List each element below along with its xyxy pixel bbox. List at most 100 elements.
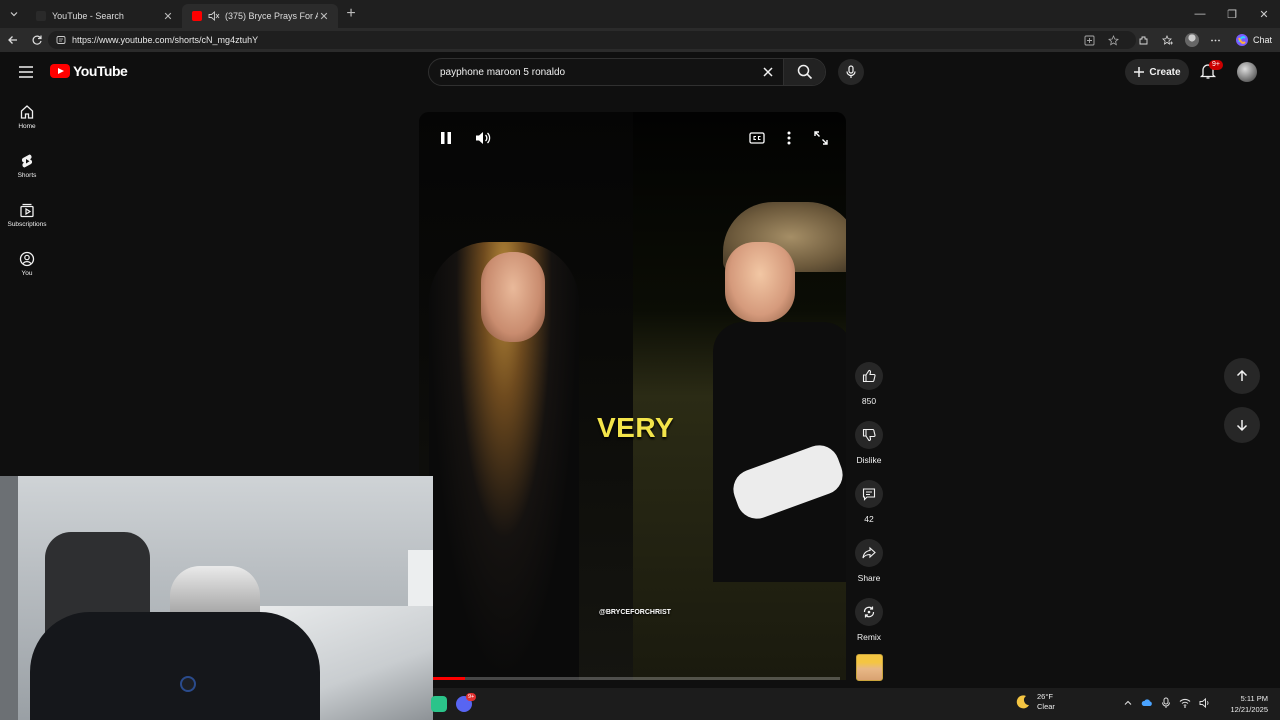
tab-title: YouTube - Search: [52, 11, 124, 21]
guide-menu-button[interactable]: [17, 64, 35, 80]
close-icon: [763, 67, 773, 77]
like-count: 850: [861, 396, 877, 406]
subscriptions-icon: [20, 203, 34, 217]
create-button[interactable]: Create: [1125, 59, 1189, 85]
vertical-dots-icon: [787, 131, 791, 145]
search-input[interactable]: payphone maroon 5 ronaldo: [429, 67, 753, 78]
cloud-sync-icon[interactable]: [1141, 697, 1153, 709]
extensions-icon[interactable]: [1135, 31, 1153, 49]
sidebar-item-home[interactable]: Home: [0, 92, 54, 141]
back-button[interactable]: [2, 29, 24, 51]
expand-icon: [814, 131, 828, 145]
closed-captions-icon: [749, 132, 765, 144]
url-field[interactable]: https://www.youtube.com/shorts/cN_mg4ztu…: [48, 31, 1136, 49]
more-options-icon[interactable]: [1207, 31, 1225, 49]
clock-date: 12/21/2025: [1230, 705, 1268, 714]
close-tab-icon[interactable]: ✕: [318, 10, 330, 23]
favorites-icon[interactable]: [1159, 31, 1177, 49]
moon-icon: [1016, 695, 1029, 709]
you-icon: [19, 251, 35, 266]
copilot-chat-button[interactable]: Chat: [1231, 33, 1276, 47]
plus-icon: [1134, 67, 1145, 77]
sidebar-item-label: Shorts: [17, 171, 37, 179]
close-window-button[interactable]: ✕: [1248, 0, 1280, 28]
youtube-header: YouTube payphone maroon 5 ronaldo Create…: [0, 52, 1280, 92]
sidebar-item-subscriptions[interactable]: Subscriptions: [0, 190, 54, 239]
app-available-icon[interactable]: [1081, 31, 1099, 49]
url-text: https://www.youtube.com/shorts/cN_mg4ztu…: [72, 35, 259, 45]
notifications-button[interactable]: 9+: [1199, 60, 1223, 80]
microphone-tray-icon[interactable]: [1161, 697, 1171, 709]
more-actions-button[interactable]: [779, 128, 799, 148]
shorts-video-player[interactable]: VERY @BRYCEFORCHRIST: [419, 112, 846, 680]
next-short-button[interactable]: [1224, 407, 1260, 443]
previous-short-button[interactable]: [1224, 358, 1260, 394]
tab-actions-menu-button[interactable]: [2, 4, 26, 24]
captions-button[interactable]: [747, 128, 767, 148]
thumbs-down-icon: [862, 428, 876, 442]
video-frame-left: [419, 112, 633, 680]
dislike-button[interactable]: Dislike: [852, 419, 886, 478]
browser-address-bar: https://www.youtube.com/shorts/cN_mg4ztu…: [0, 28, 1280, 52]
browser-tab-youtube-search[interactable]: YouTube - Search ✕: [26, 4, 182, 28]
account-avatar[interactable]: [1237, 62, 1257, 82]
home-icon: [20, 104, 34, 119]
dislike-icon-circle: [855, 421, 883, 449]
favorite-star-icon[interactable]: [1105, 31, 1123, 49]
arrow-up-icon: [1236, 369, 1248, 381]
tab-title: (375) Bryce Prays For A Witch: [225, 11, 318, 21]
youtube-logo[interactable]: YouTube: [50, 63, 128, 79]
minimize-button[interactable]: —: [1184, 0, 1216, 28]
hamburger-menu-icon: [19, 66, 33, 78]
reload-button[interactable]: [26, 29, 48, 51]
channel-thumbnail[interactable]: [856, 654, 883, 681]
comment-count: 42: [864, 514, 874, 524]
dislike-label: Dislike: [856, 455, 882, 465]
player-controls: [419, 112, 846, 162]
speaker-muted-icon[interactable]: [208, 11, 220, 21]
profile-avatar-icon[interactable]: [1183, 31, 1201, 49]
remix-button[interactable]: Remix: [852, 596, 886, 655]
browser-tab-shorts-video[interactable]: (375) Bryce Prays For A Witch ✕: [182, 4, 338, 28]
weather-widget[interactable]: 26°F Clear: [1015, 692, 1055, 712]
create-label: Create: [1149, 66, 1181, 78]
video-caption-word: VERY: [597, 412, 675, 443]
pause-button[interactable]: [436, 128, 456, 148]
close-tab-icon[interactable]: ✕: [162, 10, 174, 23]
search-button[interactable]: [783, 59, 825, 85]
video-progress-bar[interactable]: [419, 677, 840, 680]
site-info-icon[interactable]: [56, 35, 66, 45]
comment-icon: [862, 488, 876, 501]
webcam-overlay: [0, 476, 433, 720]
volume-button[interactable]: [473, 128, 493, 148]
volume-icon: [476, 132, 491, 144]
new-tab-button[interactable]: +: [338, 5, 364, 23]
back-arrow-icon: [8, 36, 17, 44]
restore-button[interactable]: ❐: [1216, 0, 1248, 28]
sidebar-item-label: You: [21, 269, 33, 277]
comments-button[interactable]: 42: [852, 478, 886, 537]
fullscreen-button[interactable]: [811, 128, 831, 148]
shorts-icon: [21, 154, 33, 167]
sidebar-item-you[interactable]: You: [0, 239, 54, 288]
voice-search-button[interactable]: [838, 59, 864, 85]
search-box: payphone maroon 5 ronaldo: [428, 58, 826, 86]
sidebar-item-shorts[interactable]: Shorts: [0, 141, 54, 190]
share-button[interactable]: Share: [852, 537, 886, 596]
browser-tab-bar: YouTube - Search ✕ (375) Bryce Prays For…: [0, 0, 1280, 28]
youtube-play-logo-icon: [50, 64, 70, 78]
taskbar-app-icon[interactable]: [431, 696, 447, 712]
remix-icon-circle: [855, 598, 883, 626]
share-label: Share: [857, 573, 881, 583]
speaker-tray-icon[interactable]: [1199, 697, 1211, 709]
arrow-down-icon: [1236, 420, 1248, 432]
like-button[interactable]: 850: [852, 360, 886, 419]
notification-count-badge: 9+: [1209, 60, 1223, 70]
clear-search-button[interactable]: [753, 66, 783, 78]
chevron-up-icon[interactable]: [1123, 698, 1133, 708]
like-icon-circle: [855, 362, 883, 390]
wifi-icon[interactable]: [1179, 697, 1191, 709]
weather-condition: Clear: [1037, 702, 1055, 711]
sidebar-item-label: Home: [18, 122, 36, 130]
taskbar-clock[interactable]: 5:11 PM 12/21/2025: [1230, 693, 1268, 715]
